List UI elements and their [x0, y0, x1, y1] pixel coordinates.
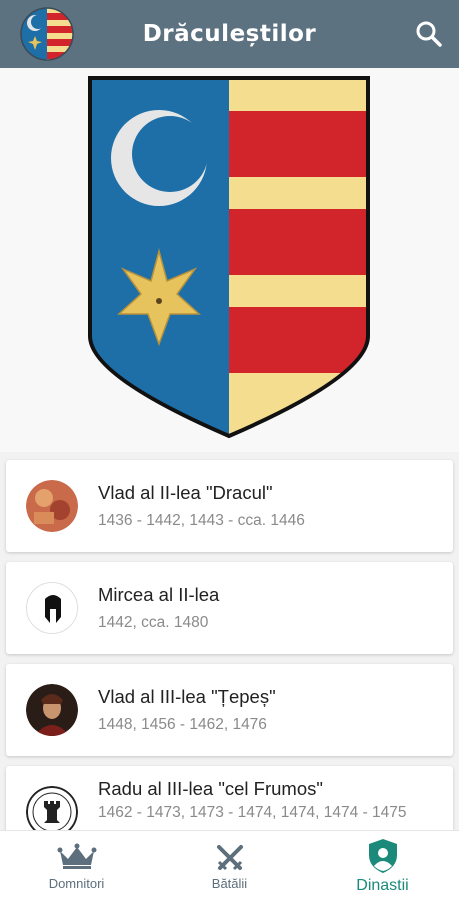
list-item[interactable]: Vlad al II-lea "Dracul" 1436 - 1442, 144…	[6, 460, 453, 552]
shield-person-icon	[368, 838, 398, 879]
app-bar: Drăculeștilor	[0, 0, 459, 68]
coat-of-arms-banner	[0, 68, 459, 452]
nav-dinastii[interactable]: Dinastii	[306, 831, 459, 900]
nav-label: Domnitori	[48, 876, 105, 891]
list-item[interactable]: Mircea al II-lea 1442, cca. 1480	[6, 562, 453, 654]
rulers-list: Vlad al II-lea "Dracul" 1436 - 1442, 144…	[0, 460, 459, 830]
rook-seal-icon	[26, 786, 78, 830]
list-item[interactable]: Radu al III-lea "cel Frumos" 1462 - 1473…	[6, 766, 453, 830]
avatar	[26, 684, 78, 736]
nav-label: Dinastii	[356, 877, 409, 894]
ruler-name: Radu al III-lea "cel Frumos"	[98, 778, 323, 799]
ruler-name: Vlad al II-lea "Dracul"	[98, 482, 273, 503]
search-icon[interactable]	[413, 18, 445, 50]
nav-domnitori[interactable]: Domnitori	[0, 831, 153, 900]
ruler-years: 1448, 1456 - 1462, 1476	[98, 716, 267, 733]
list-item[interactable]: Vlad al III-lea "Țepeș" 1448, 1456 - 146…	[6, 664, 453, 756]
crossed-swords-icon	[215, 844, 245, 877]
coat-of-arms-shield	[88, 76, 370, 439]
nav-batalii[interactable]: Bătălii	[153, 831, 306, 900]
ruler-years: 1442, cca. 1480	[98, 614, 209, 631]
ruler-years: 1462 - 1473, 1473 - 1474, 1474, 1474 - 1…	[98, 804, 407, 821]
ruler-name: Mircea al II-lea	[98, 584, 220, 605]
coat-of-arms-icon[interactable]	[20, 6, 74, 62]
ruler-years: 1436 - 1442, 1443 - cca. 1446	[98, 512, 305, 529]
nav-label: Bătălii	[211, 876, 248, 891]
helmet-icon	[26, 582, 78, 634]
avatar	[26, 480, 78, 532]
crown-icon	[57, 843, 97, 874]
dynasty-content[interactable]: Vlad al II-lea "Dracul" 1436 - 1442, 144…	[0, 68, 459, 830]
bottom-navigation: Domnitori Bătălii Dinastii	[0, 830, 459, 900]
ruler-name: Vlad al III-lea "Țepeș"	[98, 686, 276, 707]
